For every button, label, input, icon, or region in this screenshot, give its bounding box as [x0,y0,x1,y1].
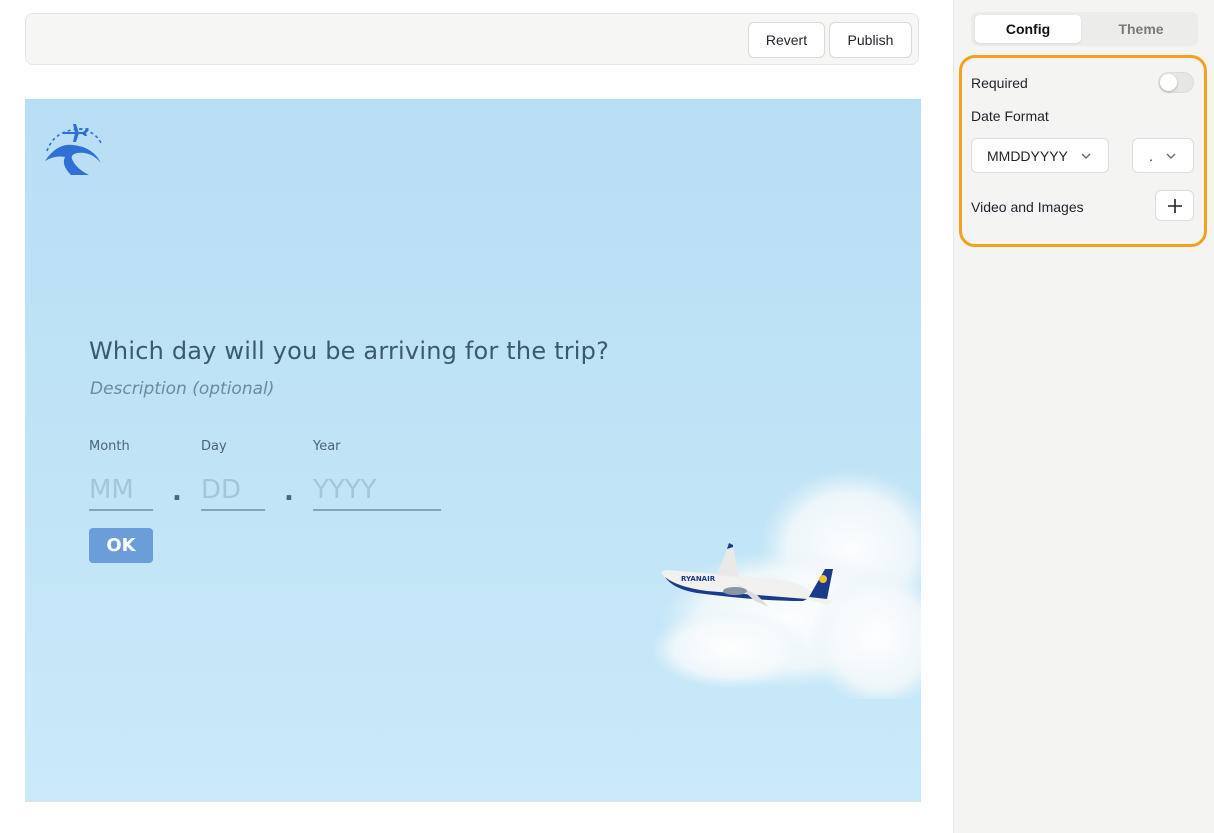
airplane-image: RYANAIR [661,543,833,607]
month-label: Month [89,439,130,454]
chevron-down-icon [1081,153,1091,159]
date-format-label: Date Format [971,108,1049,124]
day-label: Day [201,439,227,454]
day-input[interactable] [201,471,265,511]
video-images-label: Video and Images [971,199,1084,215]
tab-config[interactable]: Config [975,15,1081,43]
date-separator: . [284,477,294,507]
question-title[interactable]: Which day will you be arriving for the t… [89,337,609,365]
year-label: Year [313,439,341,454]
year-input[interactable] [313,471,441,511]
date-separator: . [172,477,182,507]
separator-select[interactable]: . [1132,138,1194,173]
add-media-button[interactable] [1155,190,1194,221]
separator-value: . [1149,147,1153,164]
question-description[interactable]: Description (optional) [90,379,274,399]
panel-tabs: Config Theme [971,12,1198,46]
date-format-select[interactable]: MMDDYYYY [971,138,1109,173]
tab-theme[interactable]: Theme [1088,15,1194,43]
month-input[interactable] [89,471,153,511]
airline-logo-icon [45,124,102,175]
toggle-knob [1160,74,1177,91]
plus-icon [1167,198,1182,213]
settings-panel: Config Theme Required Date Format MMDDYY… [953,0,1214,833]
date-format-value: MMDDYYYY [987,147,1068,164]
required-toggle[interactable] [1158,72,1194,93]
chevron-down-icon [1166,153,1176,159]
publish-button[interactable]: Publish [829,22,912,58]
revert-button[interactable]: Revert [748,22,825,58]
ok-button[interactable]: OK [89,528,153,563]
svg-text:RYANAIR: RYANAIR [681,575,716,583]
editor-toolbar: Revert Publish [25,13,919,65]
required-label: Required [971,75,1028,91]
form-preview-canvas: Which day will you be arriving for the t… [25,99,921,802]
